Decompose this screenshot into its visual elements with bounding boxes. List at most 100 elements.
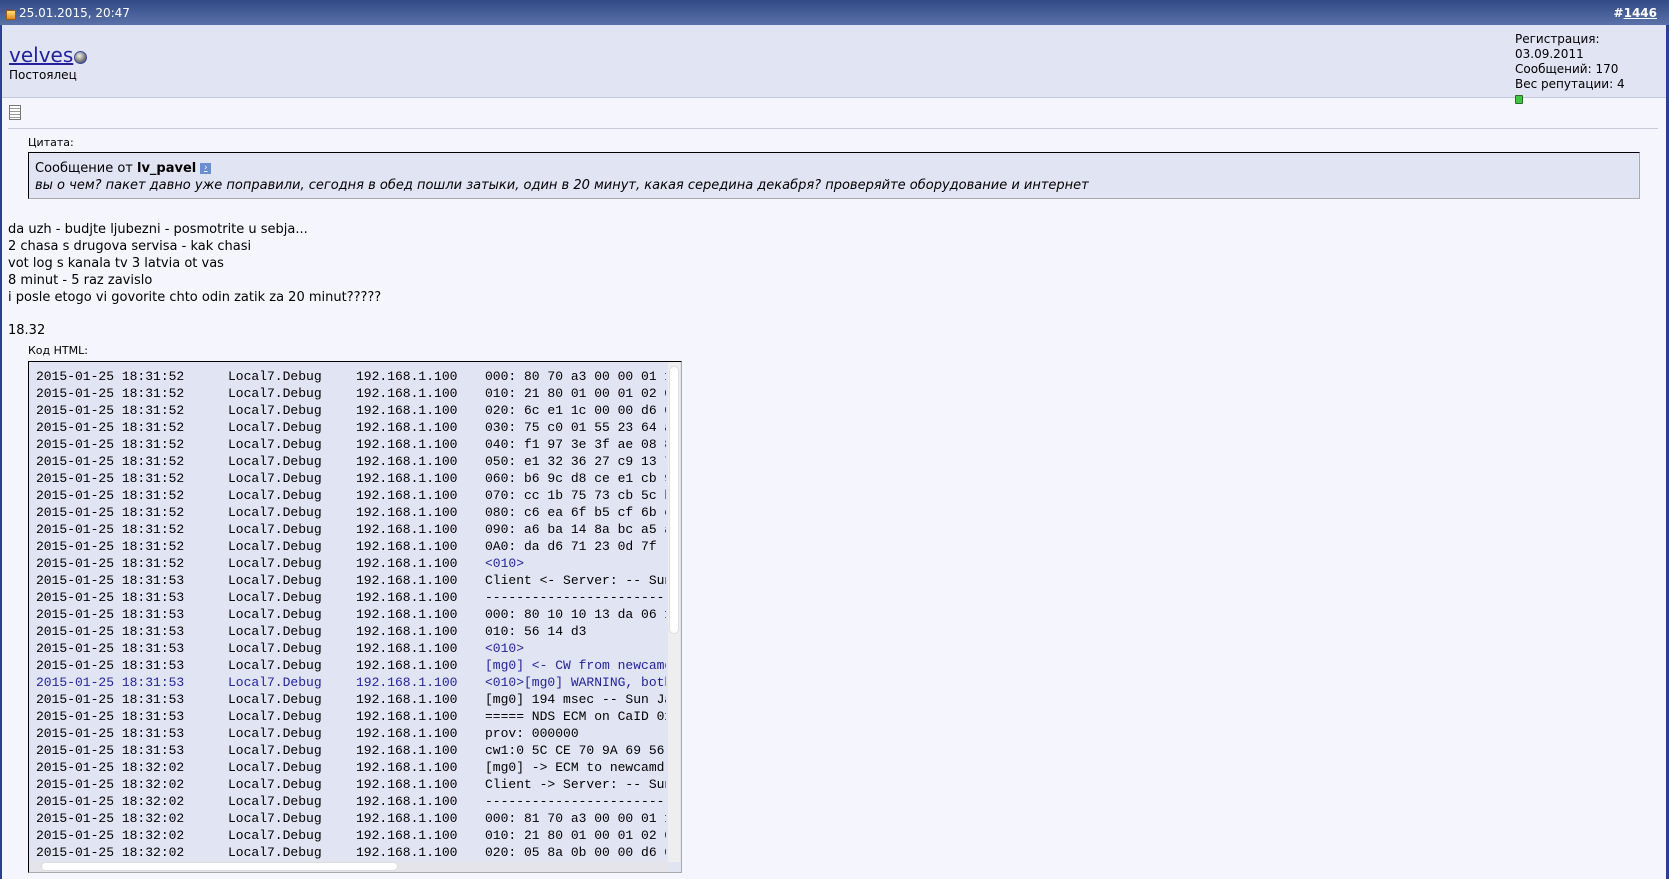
log-ip: 192.168.1.100	[356, 539, 458, 554]
log-row: 2015-01-25 18:32:02 Local7.Debug 192.168.1…	[36, 776, 666, 793]
log-date: 2015-01-25 18:31:53	[36, 624, 185, 639]
reputation-icon	[1515, 95, 1523, 104]
log-facility: Local7.Debug	[228, 811, 322, 826]
post-permalink[interactable]: 1446	[1624, 6, 1657, 20]
log-facility: Local7.Debug	[228, 743, 322, 758]
log-date: 2015-01-25 18:31:53	[36, 573, 185, 588]
log-ip: 192.168.1.100	[356, 437, 458, 452]
log-ip: 192.168.1.100	[356, 811, 458, 826]
log-facility: Local7.Debug	[228, 726, 322, 741]
log-ip: 192.168.1.100	[356, 658, 458, 673]
log-facility: Local7.Debug	[228, 675, 322, 690]
log-facility: Local7.Debug	[228, 539, 322, 554]
log-row: 2015-01-25 18:31:53 Local7.Debug 192.168.1…	[36, 708, 666, 725]
log-ip: 192.168.1.100	[356, 777, 458, 792]
log-row: 2015-01-25 18:31:52 Local7.Debug 192.168.1…	[36, 419, 666, 436]
message-line: 2 chasa s drugova servisa - kak chasi	[8, 239, 252, 254]
log-ip: 192.168.1.100	[356, 488, 458, 503]
log-facility: Local7.Debug	[228, 641, 322, 656]
log-row: 2015-01-25 18:32:02 Local7.Debug 192.168.1…	[36, 810, 666, 827]
log-facility: Local7.Debug	[228, 471, 322, 486]
log-date: 2015-01-25 18:32:02	[36, 845, 185, 860]
username-link[interactable]: velves	[9, 43, 73, 67]
log-ip: 192.168.1.100	[356, 556, 458, 571]
log-ip: 192.168.1.100	[356, 641, 458, 656]
log-ip: 192.168.1.100	[356, 743, 458, 758]
log-facility: Local7.Debug	[228, 590, 322, 605]
log-facility: Local7.Debug	[228, 556, 322, 571]
log-row: 2015-01-25 18:31:52 Local7.Debug 192.168.1…	[36, 538, 666, 555]
horizontal-scrollbar[interactable]	[29, 861, 669, 872]
log-facility: Local7.Debug	[228, 573, 322, 588]
view-post-arrow-icon[interactable]: ›	[200, 163, 212, 174]
log-facility: Local7.Debug	[228, 658, 322, 673]
registration-date: Регистрация: 03.09.2011	[1515, 32, 1600, 61]
log-message: 030: 75 c0 01 55 23 64 a	[485, 420, 666, 435]
log-ip: 192.168.1.100	[356, 454, 458, 469]
post-icon	[6, 10, 16, 20]
log-ip: 192.168.1.100	[356, 709, 458, 724]
reputation: Вес репутации: 4	[1515, 77, 1625, 91]
log-date: 2015-01-25 18:31:53	[36, 590, 185, 605]
quote-text: вы о чем? пакет давно уже поправили, сег…	[35, 178, 1089, 193]
user-title: Постоялец	[9, 68, 77, 82]
vertical-scrollbar[interactable]	[668, 362, 680, 862]
log-ip: 192.168.1.100	[356, 386, 458, 401]
log-date: 2015-01-25 18:31:52	[36, 539, 185, 554]
log-row: 2015-01-25 18:32:02 Local7.Debug 192.168.1…	[36, 793, 666, 810]
log-facility: Local7.Debug	[228, 369, 322, 384]
log-ip: 192.168.1.100	[356, 590, 458, 605]
log-row: 2015-01-25 18:31:52 Local7.Debug 192.168.1…	[36, 453, 666, 470]
log-ip: 192.168.1.100	[356, 505, 458, 520]
log-date: 2015-01-25 18:31:52	[36, 471, 185, 486]
log-row: 2015-01-25 18:32:02 Local7.Debug 192.168.1…	[36, 827, 666, 844]
post-number: #1446	[1614, 6, 1657, 20]
horizontal-scroll-thumb[interactable]	[41, 862, 398, 871]
log-facility: Local7.Debug	[228, 420, 322, 435]
log-date: 2015-01-25 18:31:52	[36, 522, 185, 537]
log-date: 2015-01-25 18:31:53	[36, 607, 185, 622]
log-facility: Local7.Debug	[228, 692, 322, 707]
log-facility: Local7.Debug	[228, 505, 322, 520]
log-message: 040: f1 97 3e 3f ae 08 8	[485, 437, 666, 452]
vertical-scroll-thumb[interactable]	[669, 366, 679, 634]
log-row: 2015-01-25 18:31:53 Local7.Debug 192.168.1…	[36, 572, 666, 589]
log-message: 020: 05 8a 0b 00 00 d6 0	[485, 845, 666, 860]
log-row: 2015-01-25 18:31:52 Local7.Debug 192.168.1…	[36, 436, 666, 453]
log-ip: 192.168.1.100	[356, 471, 458, 486]
code-block[interactable]: 2015-01-25 18:31:52 Local7.Debug 192.168.1…	[28, 361, 682, 873]
log-message: -------------------------	[485, 794, 666, 809]
log-facility: Local7.Debug	[228, 607, 322, 622]
log-message: -------------------------	[485, 590, 666, 605]
user-info: Регистрация: 03.09.2011 Сообщений: 170 В…	[1515, 32, 1666, 104]
post-header: 25.01.2015, 20:47 #1446	[0, 0, 1669, 25]
document-icon	[9, 105, 21, 120]
log-message: 020: 6c e1 1c 00 00 d6 0	[485, 403, 666, 418]
log-message: <010>	[485, 641, 525, 656]
log-date: 2015-01-25 18:32:02	[36, 828, 185, 843]
log-ip: 192.168.1.100	[356, 828, 458, 843]
log-ip: 192.168.1.100	[356, 522, 458, 537]
log-message: 0A0: da d6 71 23 0d 7f	[485, 539, 657, 554]
log-message: [mg0] <- CW from newcamd	[485, 658, 666, 673]
log-row: 2015-01-25 18:31:52 Local7.Debug 192.168.1…	[36, 368, 666, 385]
post-date: 25.01.2015, 20:47	[19, 6, 130, 20]
log-row: 2015-01-25 18:31:52 Local7.Debug 192.168.1…	[36, 555, 666, 572]
log-row: 2015-01-25 18:32:02 Local7.Debug 192.168.1…	[36, 759, 666, 776]
quote-label: Цитата:	[28, 136, 74, 149]
message-time: 18.32	[8, 323, 46, 338]
log-date: 2015-01-25 18:31:53	[36, 743, 185, 758]
post-number-prefix: #	[1613, 6, 1624, 20]
code-lines: 2015-01-25 18:31:52 Local7.Debug 192.168.1…	[36, 368, 666, 861]
log-row: 2015-01-25 18:31:53 Local7.Debug 192.168.1…	[36, 691, 666, 708]
log-date: 2015-01-25 18:32:02	[36, 777, 185, 792]
log-ip: 192.168.1.100	[356, 573, 458, 588]
log-message: 060: b6 9c d8 ce e1 cb 9	[485, 471, 666, 486]
log-date: 2015-01-25 18:31:53	[36, 641, 185, 656]
log-row: 2015-01-25 18:31:52 Local7.Debug 192.168.1…	[36, 504, 666, 521]
log-row: 2015-01-25 18:31:53 Local7.Debug 192.168.1…	[36, 589, 666, 606]
log-message: <010>	[485, 556, 525, 571]
log-date: 2015-01-25 18:31:52	[36, 437, 185, 452]
log-date: 2015-01-25 18:31:52	[36, 454, 185, 469]
log-ip: 192.168.1.100	[356, 369, 458, 384]
